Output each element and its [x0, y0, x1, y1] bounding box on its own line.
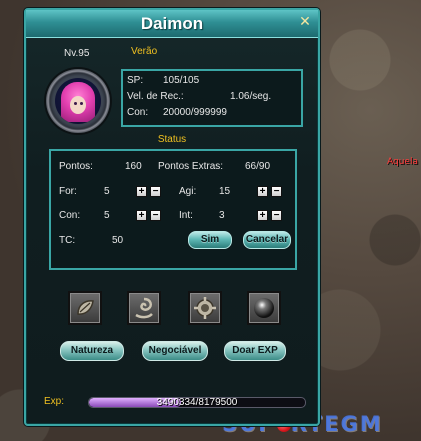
avatar	[46, 69, 110, 133]
portrait-eye-left	[74, 102, 77, 105]
points-value: 160	[125, 161, 142, 172]
con-stat-value: 5	[104, 210, 110, 221]
portrait-face	[70, 96, 86, 114]
agi-label: Agi:	[179, 186, 197, 197]
status-box: Pontos: 160 Pontos Extras: 66/90 For: 5 …	[49, 149, 297, 270]
int-minus-button[interactable]: −	[271, 210, 282, 221]
npc-name-label: Aquela	[387, 157, 418, 167]
swirl-emblem-icon	[135, 297, 153, 319]
gear-emblem-icon	[194, 297, 216, 319]
exp-label: Exp:	[44, 396, 65, 407]
status-header: Status	[157, 134, 187, 145]
resource-box: SP: 105/105 Vel. de Rec.: 1.06/seg. Con:…	[121, 69, 303, 127]
con-label: Con:	[127, 107, 149, 118]
con-value: 20000/999999	[163, 107, 227, 118]
tc-value: 50	[112, 235, 124, 246]
sp-label: SP:	[127, 75, 144, 86]
agi-minus-button[interactable]: −	[271, 186, 282, 197]
points-label: Pontos:	[59, 161, 93, 172]
skill-slot-3[interactable]	[188, 291, 222, 325]
donate-exp-button[interactable]: Doar EXP	[224, 341, 286, 361]
confirm-button[interactable]: Sim	[188, 231, 232, 249]
tc-label: TC:	[59, 235, 76, 246]
agi-plus-button[interactable]: +	[257, 186, 268, 197]
con-minus-button[interactable]: −	[150, 210, 161, 221]
exp-bar: 3490334/8179500	[88, 397, 306, 408]
con-plus-button[interactable]: +	[136, 210, 147, 221]
orb-icon	[254, 298, 274, 318]
window-title: Daimon	[140, 14, 204, 33]
agi-value: 15	[219, 186, 231, 197]
int-value: 3	[219, 210, 225, 221]
level-label: Nv.95	[64, 48, 90, 59]
extra-points-value: 66/90	[245, 161, 271, 172]
avatar-portrait	[55, 78, 101, 124]
sp-value: 105/105	[163, 75, 200, 86]
str-minus-button[interactable]: −	[150, 186, 161, 197]
close-icon[interactable]: ✕	[298, 14, 312, 28]
leaf-emblem-icon	[77, 300, 94, 315]
titlebar[interactable]: Daimon ✕	[26, 10, 318, 38]
season-label: Verão	[131, 46, 158, 57]
skill-slot-2[interactable]	[127, 291, 161, 325]
skill-slot-4[interactable]	[247, 291, 281, 325]
skill-slot-1[interactable]	[68, 291, 102, 325]
con-stat-label: Con:	[59, 210, 81, 221]
str-label: For:	[59, 186, 77, 197]
int-label: Int:	[179, 210, 193, 221]
str-plus-button[interactable]: +	[136, 186, 147, 197]
portrait-eye-right	[80, 102, 83, 105]
tradeable-button[interactable]: Negociável	[142, 341, 208, 361]
regen-label: Vel. de Rec.:	[127, 91, 184, 102]
int-plus-button[interactable]: +	[257, 210, 268, 221]
extra-points-label: Pontos Extras:	[158, 161, 224, 172]
daimon-window: Daimon ✕ Nv.95 Verão SP: 105/105 Vel. de…	[24, 8, 320, 426]
exp-value: 3490334/8179500	[156, 397, 238, 408]
nature-button[interactable]: Natureza	[60, 341, 124, 361]
str-value: 5	[104, 186, 110, 197]
cancel-button[interactable]: Cancelar	[243, 231, 291, 249]
regen-value: 1.06/seg.	[230, 91, 272, 102]
